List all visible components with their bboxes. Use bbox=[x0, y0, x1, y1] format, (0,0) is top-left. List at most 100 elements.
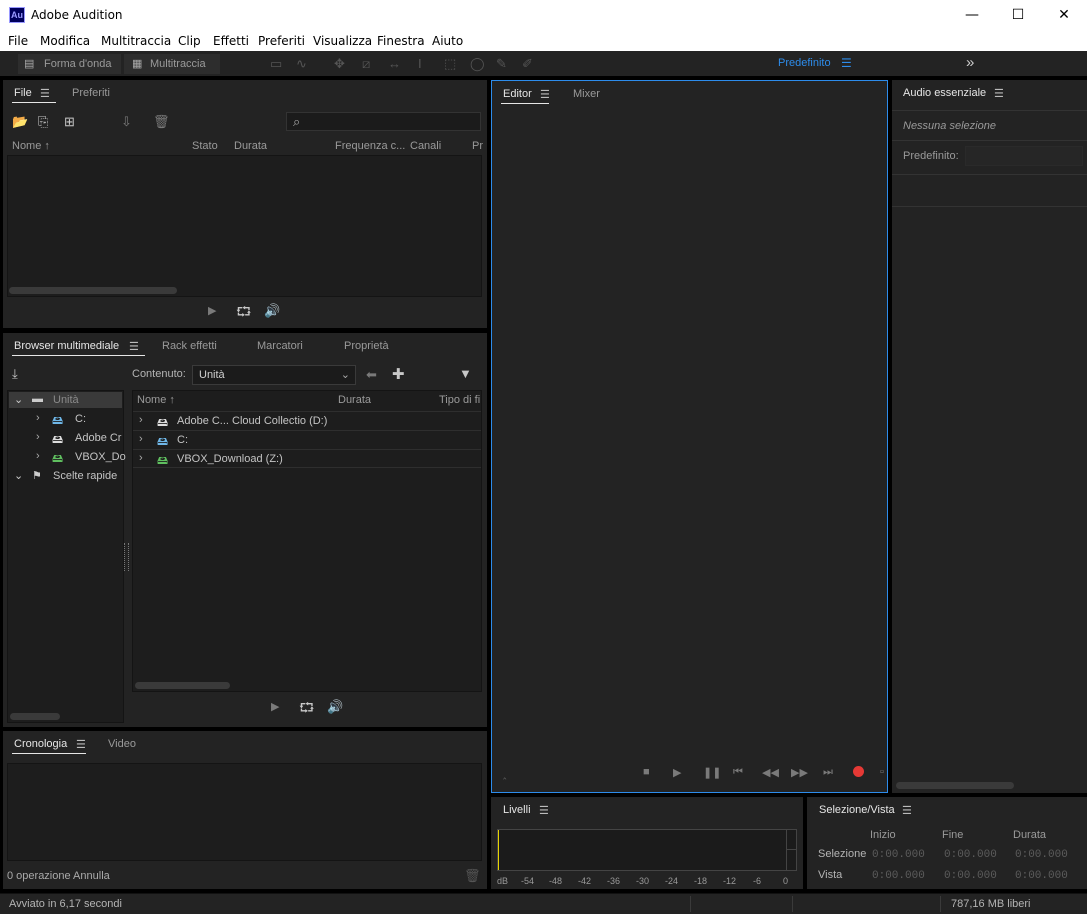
play-icon[interactable]: ▶ bbox=[673, 766, 681, 779]
media-file-list[interactable]: Nome ↑ Durata Tipo di fi › 🖴 Adobe C... … bbox=[132, 390, 482, 692]
menu-multitraccia[interactable]: Multitraccia bbox=[101, 34, 171, 48]
view-start[interactable]: 0:00.000 bbox=[872, 870, 925, 882]
col-nome[interactable]: Nome ↑ bbox=[12, 140, 50, 152]
col-durata[interactable]: Durata bbox=[234, 140, 267, 152]
tree-chevron-icon[interactable]: › bbox=[36, 431, 40, 443]
list-item[interactable]: › 🖴 C: bbox=[133, 430, 481, 449]
tab-editor[interactable]: Editor bbox=[503, 88, 532, 100]
menu-aiuto[interactable]: Aiuto bbox=[432, 34, 463, 48]
col-nome[interactable]: Nome ↑ bbox=[137, 394, 175, 406]
row-chevron-icon[interactable]: › bbox=[139, 433, 143, 445]
auto-play-icon[interactable]: 🔊 bbox=[327, 699, 343, 715]
tab-browser-multimediale[interactable]: Browser multimediale bbox=[14, 340, 119, 352]
loop-icon[interactable]: ⮔ bbox=[299, 699, 314, 721]
tab-marcatori[interactable]: Marcatori bbox=[257, 340, 303, 352]
tree-item-scelte-rapide[interactable]: Scelte rapide bbox=[53, 470, 117, 482]
skip-to-start-icon[interactable]: ⏮ bbox=[733, 766, 743, 779]
tab-cronologia[interactable]: Cronologia bbox=[14, 738, 67, 750]
history-panel-menu-icon[interactable]: ☰ bbox=[76, 738, 86, 751]
list-item[interactable]: › 🖴 Adobe C... Cloud Collectio (D:) bbox=[133, 411, 481, 430]
fast-forward-icon[interactable]: ▶▶ bbox=[791, 766, 808, 779]
tree-chevron-icon[interactable]: › bbox=[36, 450, 40, 462]
col-canali[interactable]: Canali bbox=[410, 140, 441, 152]
tree-item-unita[interactable]: Unità bbox=[53, 394, 79, 406]
menu-file[interactable]: File bbox=[8, 34, 28, 48]
tab-file[interactable]: File bbox=[14, 87, 32, 99]
tree-expand-icon[interactable]: ⌄ bbox=[14, 469, 23, 482]
import-file-icon[interactable]: ⎘ bbox=[38, 114, 48, 130]
close-button[interactable]: ✕ bbox=[1041, 0, 1087, 30]
razor-tool-icon[interactable]: ⧄ bbox=[362, 56, 370, 72]
menu-effetti[interactable]: Effetti bbox=[213, 34, 249, 48]
levels-panel-menu-icon[interactable]: ☰ bbox=[539, 804, 549, 817]
play-icon[interactable]: ▶ bbox=[208, 304, 216, 317]
list-item[interactable]: › 🖴 VBOX_Download (Z:) bbox=[133, 449, 481, 468]
selection-view-title[interactable]: Selezione/Vista bbox=[819, 804, 895, 816]
col-pr[interactable]: Pr bbox=[472, 140, 483, 152]
menu-finestra[interactable]: Finestra bbox=[377, 34, 425, 48]
download-icon[interactable]: ⤓ bbox=[12, 366, 18, 382]
media-panel-menu-icon[interactable]: ☰ bbox=[129, 340, 139, 353]
filter-icon[interactable]: ▼ bbox=[459, 366, 472, 381]
spectral-pitch-icon[interactable]: ∿ bbox=[296, 56, 307, 72]
minimize-button[interactable]: — bbox=[949, 0, 995, 30]
media-list-scrollbar[interactable] bbox=[135, 682, 230, 689]
brush-tool-icon[interactable]: ✎ bbox=[496, 56, 507, 72]
selection-end[interactable]: 0:00.000 bbox=[944, 849, 997, 861]
waveform-view-button[interactable]: ▤ Forma d'onda bbox=[18, 54, 121, 74]
marquee-tool-icon[interactable]: ⬚ bbox=[444, 56, 456, 72]
tree-item-adobe[interactable]: Adobe Cr bbox=[75, 432, 121, 444]
workspace-overflow-icon[interactable]: » bbox=[966, 54, 974, 71]
row-chevron-icon[interactable]: › bbox=[139, 452, 143, 464]
row-chevron-icon[interactable]: › bbox=[139, 414, 143, 426]
tab-preferiti[interactable]: Preferiti bbox=[72, 87, 110, 99]
open-file-icon[interactable]: 📂 bbox=[12, 114, 28, 130]
tree-expand-icon[interactable]: ⌄ bbox=[14, 393, 23, 406]
stop-icon[interactable]: ■ bbox=[643, 766, 650, 778]
slip-tool-icon[interactable]: ↔ bbox=[388, 56, 401, 71]
spot-healing-tool-icon[interactable]: ✐ bbox=[522, 56, 533, 72]
menu-preferiti[interactable]: Preferiti bbox=[258, 34, 305, 48]
tab-rack-effetti[interactable]: Rack effetti bbox=[162, 340, 217, 352]
tree-item-vbox[interactable]: VBOX_Do bbox=[75, 451, 126, 463]
essential-scrollbar[interactable] bbox=[896, 782, 1014, 789]
col-durata[interactable]: Durata bbox=[338, 394, 371, 406]
tab-mixer[interactable]: Mixer bbox=[573, 88, 600, 100]
menu-modifica[interactable]: Modifica bbox=[40, 34, 90, 48]
selection-start[interactable]: 0:00.000 bbox=[872, 849, 925, 861]
add-shortcut-icon[interactable]: ✚ bbox=[392, 365, 405, 383]
editor-panel-menu-icon[interactable]: ☰ bbox=[540, 88, 550, 101]
col-frequenza[interactable]: Frequenza c... bbox=[335, 140, 405, 152]
play-icon[interactable]: ▶ bbox=[271, 700, 279, 713]
spectral-frequency-icon[interactable]: ▭ bbox=[270, 56, 282, 72]
selection-duration[interactable]: 0:00.000 bbox=[1015, 849, 1068, 861]
lasso-tool-icon[interactable]: ◯ bbox=[470, 56, 485, 72]
essential-panel-menu-icon[interactable]: ☰ bbox=[994, 87, 1004, 100]
workspace-menu-icon[interactable]: ☰ bbox=[841, 56, 852, 70]
rewind-icon[interactable]: ◀◀ bbox=[762, 766, 779, 779]
loop-playback-icon[interactable]: ▫ bbox=[880, 766, 884, 778]
tree-scrollbar[interactable] bbox=[10, 713, 60, 720]
tree-chevron-icon[interactable]: › bbox=[36, 412, 40, 424]
file-list[interactable] bbox=[7, 155, 482, 297]
new-file-icon[interactable]: ⊞ bbox=[64, 114, 75, 130]
workspace-selector[interactable]: Predefinito bbox=[778, 57, 831, 69]
move-tool-icon[interactable]: ✥ bbox=[334, 56, 345, 72]
essential-sound-title[interactable]: Audio essenziale bbox=[903, 87, 986, 99]
skip-to-end-icon[interactable]: ⏭ bbox=[823, 766, 833, 779]
preset-dropdown[interactable] bbox=[965, 146, 1083, 166]
menu-clip[interactable]: Clip bbox=[178, 34, 201, 48]
tab-proprieta[interactable]: Proprietà bbox=[344, 340, 389, 352]
file-panel-menu-icon[interactable]: ☰ bbox=[40, 87, 50, 100]
view-duration[interactable]: 0:00.000 bbox=[1015, 870, 1068, 882]
menu-visualizza[interactable]: Visualizza bbox=[313, 34, 372, 48]
content-dropdown[interactable]: Unità ⌄ bbox=[192, 365, 356, 385]
selection-panel-menu-icon[interactable]: ☰ bbox=[902, 804, 912, 817]
col-tipo[interactable]: Tipo di fi bbox=[439, 394, 480, 406]
auto-play-icon[interactable]: 🔊 bbox=[264, 303, 280, 319]
maximize-button[interactable]: ☐ bbox=[995, 0, 1041, 30]
tree-item-c[interactable]: C: bbox=[75, 413, 86, 425]
file-list-scrollbar[interactable] bbox=[9, 287, 177, 294]
loop-icon[interactable]: ⮔ bbox=[236, 303, 251, 325]
tab-video[interactable]: Video bbox=[108, 738, 136, 750]
